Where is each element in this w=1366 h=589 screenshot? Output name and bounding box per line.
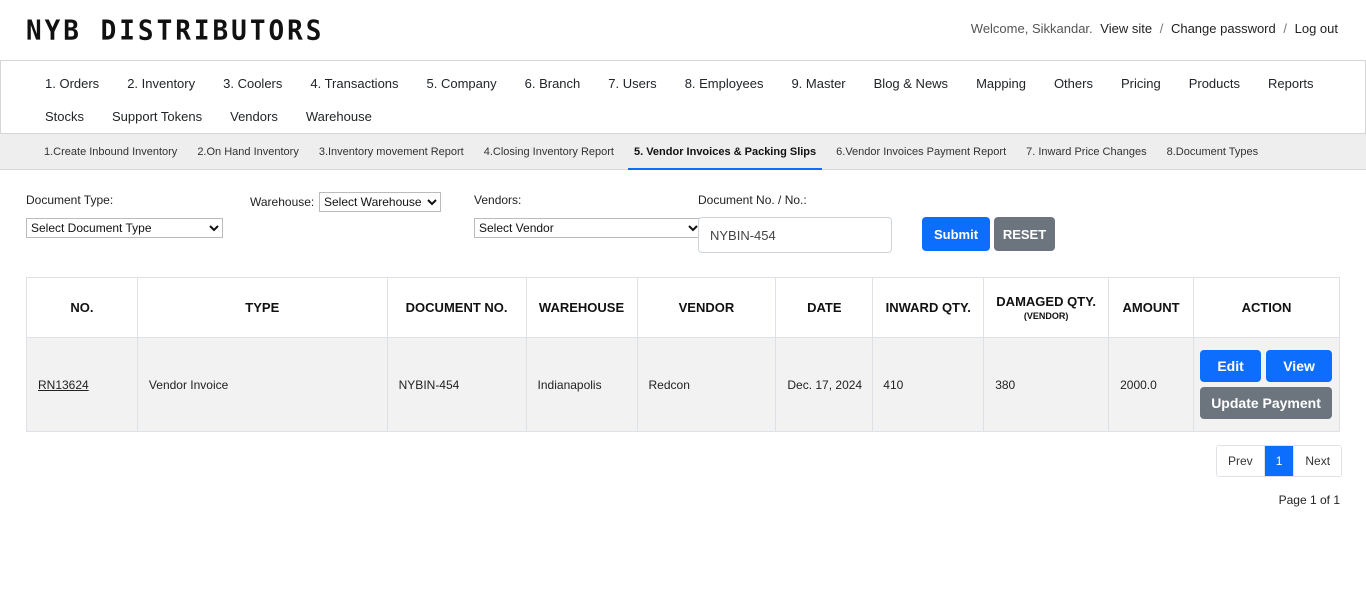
subnav-document-types[interactable]: 8.Document Types [1161,134,1265,170]
subnav-vendor-invoices-payment-report[interactable]: 6.Vendor Invoices Payment Report [830,134,1012,170]
nav-item-master[interactable]: 9. Master [777,76,859,91]
cell-date: Dec. 17, 2024 [775,337,874,432]
nav-item-coolers[interactable]: 3. Coolers [209,76,296,91]
cell-warehouse: Indianapolis [525,337,638,432]
invoices-table: NO. TYPE DOCUMENT NO. WAREHOUSE VENDOR D… [26,277,1340,432]
prev-page-button[interactable]: Prev [1217,446,1264,476]
nav-item-reports[interactable]: Reports [1254,76,1328,91]
col-header-damaged-qty: DAMAGED QTY. (VENDOR) [983,277,1110,338]
nav-item-pricing[interactable]: Pricing [1107,76,1175,91]
table-header-row: NO. TYPE DOCUMENT NO. WAREHOUSE VENDOR D… [26,277,1340,338]
col-header-warehouse: WAREHOUSE [525,277,638,338]
col-header-vendor: VENDOR [636,277,777,338]
main-nav: 1. Orders 2. Inventory 3. Coolers 4. Tra… [0,60,1366,134]
view-site-link[interactable]: View site [1100,21,1152,36]
warehouse-label: Warehouse: [250,195,315,209]
subnav-vendor-invoices-packing-slips[interactable]: 5. Vendor Invoices & Packing Slips [627,134,823,170]
col-header-no: NO. [26,277,138,338]
document-no-label: Document No. / No.: [698,193,807,207]
filter-form: Document Type: Select Document Type Ware… [0,170,1366,260]
nav-item-warehouse[interactable]: Warehouse [292,109,386,124]
cell-document-no: NYBIN-454 [386,337,527,432]
nav-item-mapping[interactable]: Mapping [962,76,1040,91]
separator: / [1159,21,1164,36]
main-nav-row-1: 1. Orders 2. Inventory 3. Coolers 4. Tra… [31,67,1365,100]
user-tools: Welcome, Sikkandar. View site / Change p… [971,21,1338,36]
brand-logo[interactable]: NYB DISTRIBUTORS [26,15,324,47]
nav-item-inventory[interactable]: 2. Inventory [113,76,209,91]
nav-item-support-tokens[interactable]: Support Tokens [98,109,216,124]
nav-item-users[interactable]: 7. Users [594,76,670,91]
damaged-qty-title: DAMAGED QTY. [996,294,1096,309]
col-header-date: DATE [775,277,874,338]
record-link[interactable]: RN13624 [38,378,89,392]
separator: / [1283,21,1287,36]
nav-item-products[interactable]: Products [1175,76,1254,91]
document-no-input[interactable] [698,217,892,253]
nav-item-others[interactable]: Others [1040,76,1107,91]
col-header-document-no: DOCUMENT NO. [386,277,527,338]
subnav-closing-inventory-report[interactable]: 4.Closing Inventory Report [478,134,620,170]
nav-item-stocks[interactable]: Stocks [31,109,98,124]
subnav-on-hand-inventory[interactable]: 2.On Hand Inventory [191,134,305,170]
nav-item-orders[interactable]: 1. Orders [31,76,113,91]
top-bar: NYB DISTRIBUTORS Welcome, Sikkandar. Vie… [0,0,1366,60]
col-header-action: ACTION [1193,277,1340,338]
nav-item-company[interactable]: 5. Company [413,76,511,91]
edit-button[interactable]: Edit [1200,350,1262,382]
reset-button[interactable]: RESET [994,217,1055,251]
main-nav-row-2: Stocks Support Tokens Vendors Warehouse [31,100,1365,133]
subnav-inventory-movement-report[interactable]: 3.Inventory movement Report [313,134,470,170]
table-row: RN13624 Vendor Invoice NYBIN-454 Indiana… [26,337,1340,432]
sub-nav: 1.Create Inbound Inventory 2.On Hand Inv… [0,134,1366,170]
change-password-link[interactable]: Change password [1171,21,1276,36]
vendors-label: Vendors: [474,193,522,207]
welcome-text: Welcome, Sikkandar. [970,21,1093,36]
next-page-button[interactable]: Next [1294,446,1342,476]
document-type-label: Document Type: [26,193,114,207]
warehouse-select[interactable]: Select Warehouse [319,192,441,212]
cell-inward-qty: 410 [872,337,985,432]
nav-item-transactions[interactable]: 4. Transactions [296,76,412,91]
nav-item-vendors[interactable]: Vendors [216,109,292,124]
col-header-type: TYPE [136,277,388,338]
col-header-amount: AMOUNT [1108,277,1195,338]
nav-item-branch[interactable]: 6. Branch [511,76,595,91]
cell-amount: 2000.0 [1108,337,1195,432]
submit-button[interactable]: Submit [922,217,990,251]
update-payment-button[interactable]: Update Payment [1200,387,1333,419]
col-header-inward-qty: INWARD QTY. [872,277,985,338]
cell-no: RN13624 [26,337,138,432]
cell-vendor: Redcon [636,337,777,432]
subnav-create-inbound-inventory[interactable]: 1.Create Inbound Inventory [38,134,183,170]
log-out-link[interactable]: Log out [1295,21,1338,36]
nav-item-employees[interactable]: 8. Employees [671,76,778,91]
cell-damaged-qty: 380 [983,337,1110,432]
page-1-button[interactable]: 1 [1263,446,1295,476]
damaged-qty-subtitle: (VENDOR) [1023,311,1069,321]
cell-type: Vendor Invoice [136,337,388,432]
view-button[interactable]: View [1266,350,1333,382]
document-type-select[interactable]: Select Document Type [26,218,223,238]
page-info: Page 1 of 1 [1278,493,1340,507]
pagination: Prev 1 Next [1216,445,1343,477]
vendor-select[interactable]: Select Vendor [474,218,702,238]
subnav-inward-price-changes[interactable]: 7. Inward Price Changes [1020,134,1152,170]
cell-actions: Edit View Update Payment [1193,337,1340,432]
nav-item-blog-news[interactable]: Blog & News [860,76,962,91]
